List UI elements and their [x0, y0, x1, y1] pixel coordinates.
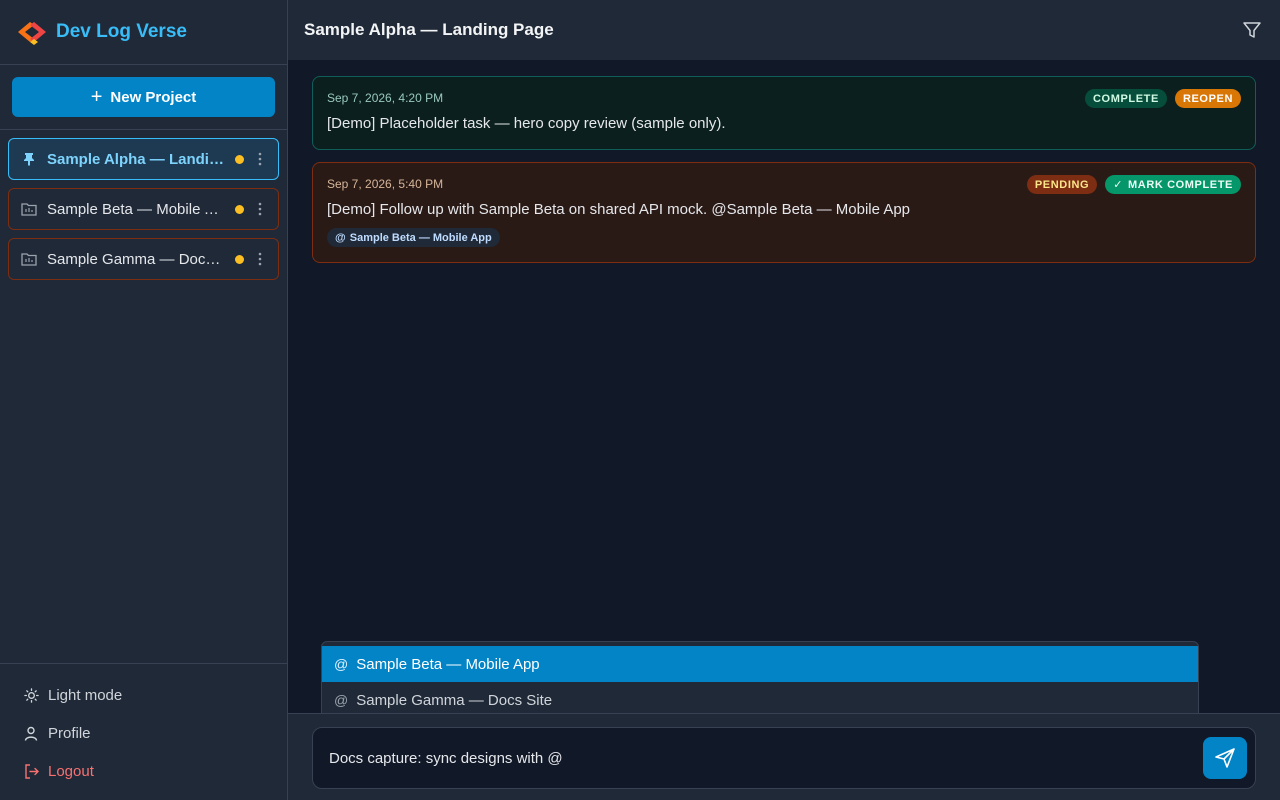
mention-suggestions: @ Sample Beta — Mobile App @ Sample Gamm…: [321, 641, 1199, 723]
entry-actions: COMPLETE REOPEN: [1085, 89, 1241, 108]
project-name: Sample Gamma — Docs Site: [47, 250, 225, 268]
sidebar: Dev Log Verse + New Project Sample Alpha…: [0, 0, 288, 800]
log-entry: Sep 7, 2026, 5:40 PM [Demo] Follow up wi…: [312, 162, 1256, 263]
light-mode-label: Light mode: [48, 686, 123, 704]
project-name: Sample Beta — Mobile App: [47, 200, 225, 218]
logout-button[interactable]: Logout: [24, 752, 287, 790]
log-entry: Sep 7, 2026, 4:20 PM [Demo] Placeholder …: [312, 76, 1256, 150]
project-list: Sample Alpha — Landing Page Sample Beta …: [0, 130, 287, 296]
mark-complete-label: MARK COMPLETE: [1128, 178, 1233, 191]
brand: Dev Log Verse: [0, 0, 287, 65]
logout-icon: [24, 763, 40, 779]
new-project-label: New Project: [110, 88, 197, 106]
project-name: Sample Alpha — Landing Page: [47, 150, 225, 168]
mark-complete-button[interactable]: ✓ MARK COMPLETE: [1105, 175, 1241, 194]
app-title: Dev Log Verse: [56, 21, 187, 42]
status-badge: COMPLETE: [1085, 89, 1167, 108]
plus-icon: +: [90, 86, 103, 108]
log-entries: Sep 7, 2026, 4:20 PM [Demo] Placeholder …: [288, 60, 1280, 291]
project-item-alpha[interactable]: Sample Alpha — Landing Page: [8, 138, 279, 180]
composer-text: Docs capture: sync designs with @: [329, 749, 563, 767]
entry-actions: PENDING ✓ MARK COMPLETE: [1026, 175, 1241, 194]
filter-icon[interactable]: [1240, 18, 1264, 42]
check-icon: ✓: [1113, 179, 1124, 191]
composer-bar: Docs capture: sync designs with @: [288, 713, 1280, 800]
profile-button[interactable]: Profile: [24, 714, 287, 752]
user-icon: [24, 726, 40, 741]
page-title: Sample Alpha — Landing Page: [304, 20, 554, 39]
at-icon: @: [335, 231, 346, 244]
sidebar-footer: Light mode Profile Logout: [0, 663, 287, 800]
folder-icon: [21, 251, 37, 267]
at-icon: @: [334, 692, 349, 708]
project-item-gamma[interactable]: Sample Gamma — Docs Site: [8, 238, 279, 280]
status-dot: [235, 154, 244, 164]
kebab-menu-icon[interactable]: [252, 152, 268, 166]
pin-icon: [21, 151, 37, 167]
status-badge: PENDING: [1026, 175, 1098, 194]
folder-icon: [21, 201, 37, 217]
profile-label: Profile: [48, 724, 91, 742]
entry-text: [Demo] Follow up with Sample Beta on sha…: [327, 201, 911, 218]
main-panel: Sample Alpha — Landing Page Sep 7, 2026,…: [288, 0, 1280, 800]
project-item-beta[interactable]: Sample Beta — Mobile App: [8, 188, 279, 230]
suggestion-item[interactable]: @ Sample Beta — Mobile App: [322, 646, 1198, 682]
suggestion-label: Sample Beta — Mobile App: [356, 655, 540, 673]
status-dot: [235, 254, 244, 264]
page-header: Sample Alpha — Landing Page: [288, 0, 1280, 60]
new-project-button[interactable]: + New Project: [12, 77, 275, 117]
send-icon: [1215, 748, 1235, 768]
status-dot: [235, 204, 244, 214]
mention-label: Sample Beta — Mobile App: [349, 231, 492, 244]
new-project-area: + New Project: [0, 65, 287, 130]
mention-chip[interactable]: @ Sample Beta — Mobile App: [327, 228, 500, 247]
sun-icon: [24, 687, 40, 703]
kebab-menu-icon[interactable]: [252, 252, 268, 266]
at-icon: @: [334, 656, 349, 672]
entry-text: [Demo] Placeholder task — hero copy revi…: [327, 115, 726, 132]
logout-label: Logout: [48, 762, 94, 780]
code-logo-icon: [16, 19, 48, 45]
composer-input[interactable]: Docs capture: sync designs with @: [312, 727, 1256, 789]
reopen-button[interactable]: REOPEN: [1174, 89, 1241, 108]
light-mode-button[interactable]: Light mode: [24, 676, 287, 714]
send-button[interactable]: [1203, 737, 1247, 779]
kebab-menu-icon[interactable]: [252, 202, 268, 216]
suggestion-label: Sample Gamma — Docs Site: [356, 691, 553, 709]
